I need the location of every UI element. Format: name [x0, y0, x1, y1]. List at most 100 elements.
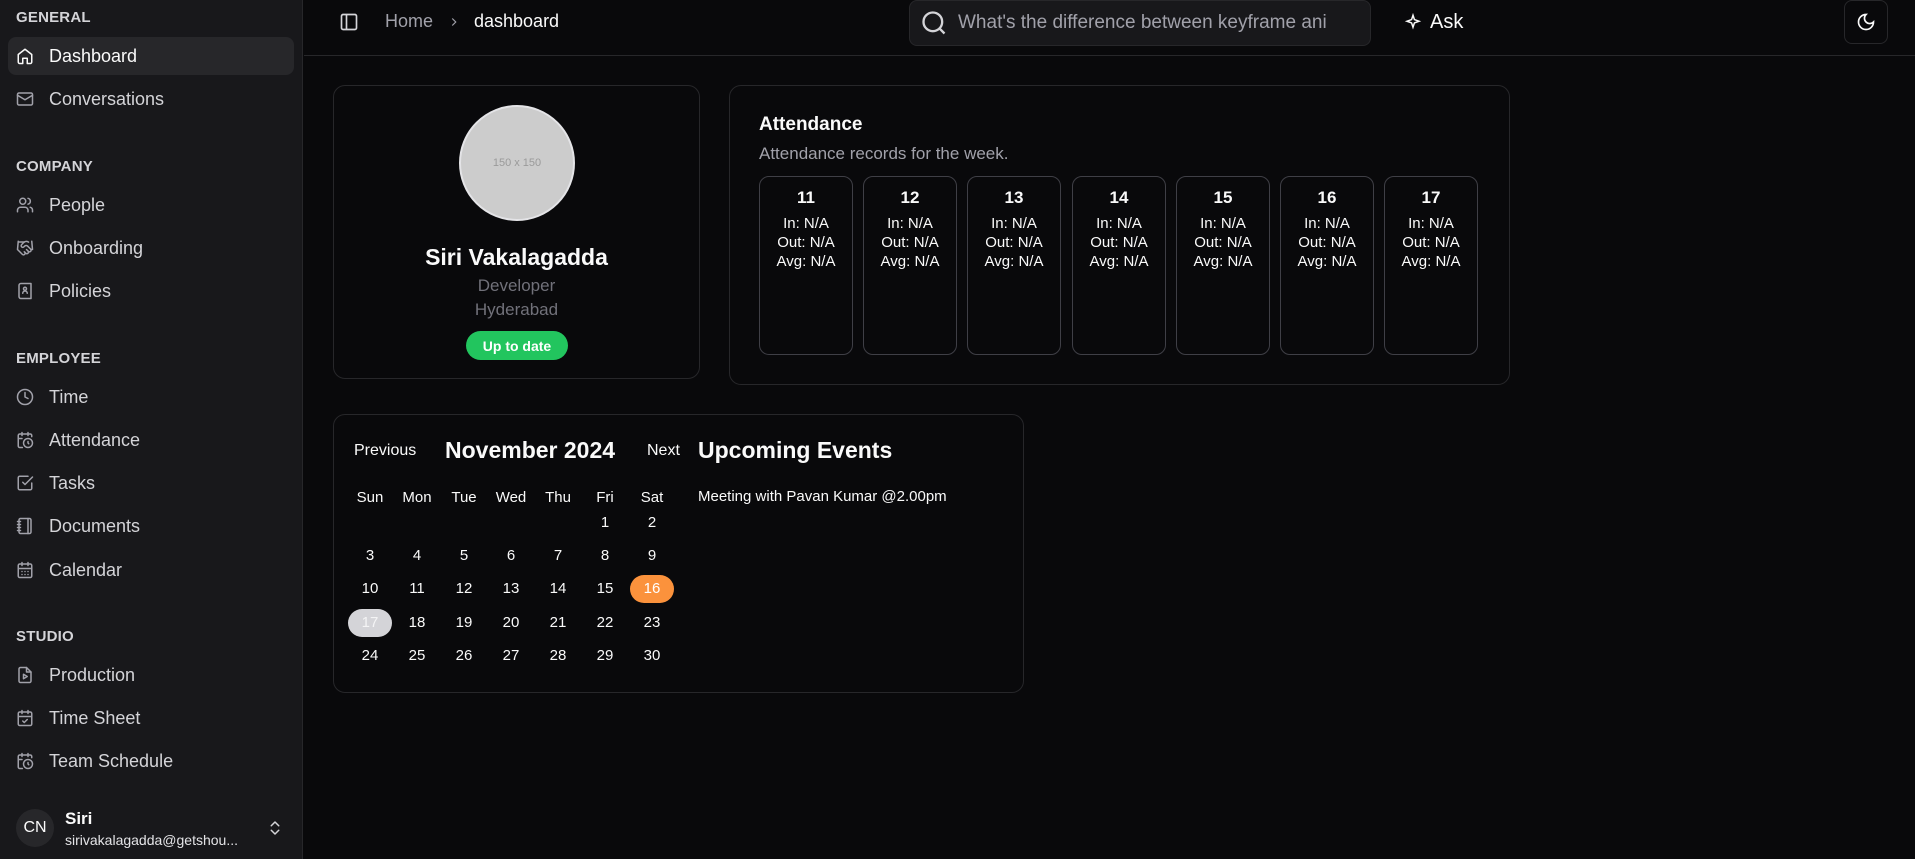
day-out: Out: N/A: [1402, 234, 1460, 251]
calendar-day[interactable]: 12: [442, 575, 486, 603]
calendar-day[interactable]: 11: [395, 575, 439, 603]
calendar-day[interactable]: 5: [442, 542, 486, 570]
chevrons-up-down-icon[interactable]: [266, 818, 284, 838]
ask-button[interactable]: Ask: [1404, 8, 1463, 36]
search-icon: [920, 9, 948, 37]
calendar-day[interactable]: 15: [583, 575, 627, 603]
check-square-icon: [16, 474, 34, 492]
day-out: Out: N/A: [881, 234, 939, 251]
event-item[interactable]: Meeting with Pavan Kumar @2.00pm: [698, 488, 947, 505]
sidebar-item-label: Documents: [49, 515, 141, 536]
calendar-clock-icon: [16, 431, 34, 449]
day-avg: Avg: N/A: [880, 253, 940, 270]
attendance-day: 11 In: N/A Out: N/A Avg: N/A: [759, 176, 853, 355]
search-bar[interactable]: [909, 0, 1371, 46]
sidebar-item-label: Calendar: [49, 559, 123, 580]
sidebar-item-production[interactable]: Production: [8, 656, 294, 694]
calendar-month-label: November 2024: [445, 437, 616, 463]
calendar-day[interactable]: 19: [442, 609, 486, 637]
day-out: Out: N/A: [777, 234, 835, 251]
sidebar-item-label: Dashboard: [49, 45, 138, 66]
calendar-day[interactable]: 25: [395, 642, 439, 670]
calendar-next-button[interactable]: Next: [647, 442, 680, 460]
calendar-day[interactable]: 2: [630, 509, 674, 537]
calendar-day[interactable]: 1: [583, 509, 627, 537]
calendar-day[interactable]: 3: [348, 542, 392, 570]
profile-role: Developer: [477, 276, 556, 295]
search-input[interactable]: [958, 12, 1358, 34]
calendar-day[interactable]: 7: [536, 542, 580, 570]
sidebar-item-tasks[interactable]: Tasks: [8, 464, 294, 502]
calendar-day[interactable]: 27: [489, 642, 533, 670]
sidebar-item-dashboard[interactable]: Dashboard: [8, 37, 294, 75]
calendar-day[interactable]: 14: [536, 575, 580, 603]
weekday-header: Sat: [640, 489, 664, 506]
file-video-icon: [16, 666, 34, 684]
day-in: In: N/A: [783, 215, 829, 232]
sidebar: GENERAL Dashboard Conversations COMPANY …: [0, 0, 303, 859]
sidebar-item-label: Tasks: [49, 472, 96, 493]
calendar-day[interactable]: 6: [489, 542, 533, 570]
day-in: In: N/A: [1200, 215, 1246, 232]
calendar-day[interactable]: 10: [348, 575, 392, 603]
attendance-title: Attendance: [759, 114, 863, 135]
sidebar-item-conversations[interactable]: Conversations: [8, 80, 294, 118]
sidebar-item-team-schedule[interactable]: Team Schedule: [8, 742, 294, 780]
day-in: In: N/A: [991, 215, 1037, 232]
calendar-day[interactable]: 4: [395, 542, 439, 570]
calendar-day[interactable]: 8: [583, 542, 627, 570]
breadcrumb-current: dashboard: [474, 11, 560, 31]
calendar-day[interactable]: 26: [442, 642, 486, 670]
weekday-header: Fri: [596, 489, 614, 506]
theme-toggle-button[interactable]: [1844, 0, 1888, 44]
user-name: Siri: [65, 808, 93, 828]
calendar-day[interactable]: 28: [536, 642, 580, 670]
calendar-day[interactable]: 17: [348, 609, 392, 637]
day-in: In: N/A: [1408, 215, 1454, 232]
group-label-studio: STUDIO: [16, 628, 74, 645]
sidebar-toggle-icon[interactable]: [339, 12, 359, 32]
calendar-day[interactable]: 24: [348, 642, 392, 670]
group-label-employee: EMPLOYEE: [16, 350, 101, 367]
attendance-day: 15 In: N/A Out: N/A Avg: N/A: [1176, 176, 1270, 355]
sidebar-item-label: Onboarding: [49, 237, 144, 258]
weekday-header: Wed: [495, 489, 527, 506]
calendar-day[interactable]: 9: [630, 542, 674, 570]
sidebar-item-time[interactable]: Time: [8, 378, 294, 416]
sidebar-item-policies[interactable]: Policies: [8, 272, 294, 310]
group-label-general: GENERAL: [16, 9, 91, 26]
day-out: Out: N/A: [1298, 234, 1356, 251]
calendar-day[interactable]: 13: [489, 575, 533, 603]
calendar-day[interactable]: 30: [630, 642, 674, 670]
day-avg: Avg: N/A: [1401, 253, 1461, 270]
upcoming-events-title: Upcoming Events: [698, 437, 893, 463]
sidebar-item-label: Policies: [49, 280, 112, 301]
calendar-day[interactable]: 29: [583, 642, 627, 670]
sidebar-item-calendar[interactable]: Calendar: [8, 551, 294, 589]
attendance-day: 13 In: N/A Out: N/A Avg: N/A: [967, 176, 1061, 355]
attendance-day: 16 In: N/A Out: N/A Avg: N/A: [1280, 176, 1374, 355]
breadcrumb-home[interactable]: Home: [385, 11, 433, 32]
calendar-day[interactable]: 20: [489, 609, 533, 637]
notebook-icon: [16, 517, 34, 535]
sidebar-item-time-sheet[interactable]: Time Sheet: [8, 699, 294, 737]
sidebar-item-onboarding[interactable]: Onboarding: [8, 229, 294, 267]
handshake-icon: [16, 239, 34, 257]
sidebar-item-attendance[interactable]: Attendance: [8, 421, 294, 459]
sidebar-item-documents[interactable]: Documents: [8, 507, 294, 545]
calendar-card: Previous November 2024 Next Upcoming Eve…: [333, 414, 1024, 693]
attendance-day: 14 In: N/A Out: N/A Avg: N/A: [1072, 176, 1166, 355]
calendar-day[interactable]: 21: [536, 609, 580, 637]
attendance-day: 12 In: N/A Out: N/A Avg: N/A: [863, 176, 957, 355]
day-avg: Avg: N/A: [984, 253, 1044, 270]
calendar-previous-button[interactable]: Previous: [354, 442, 416, 460]
day-in: In: N/A: [1096, 215, 1142, 232]
sidebar-item-label: Conversations: [49, 88, 165, 109]
calendar-day[interactable]: 22: [583, 609, 627, 637]
calendar-day[interactable]: 23: [630, 609, 674, 637]
calendar-day[interactable]: 16: [630, 575, 674, 603]
user-menu[interactable]: CN Siri sirivakalagadda@getshou...: [8, 800, 294, 856]
calendar-day[interactable]: 18: [395, 609, 439, 637]
attendance-card: Attendance Attendance records for the we…: [729, 85, 1510, 385]
sidebar-item-people[interactable]: People: [8, 186, 294, 224]
